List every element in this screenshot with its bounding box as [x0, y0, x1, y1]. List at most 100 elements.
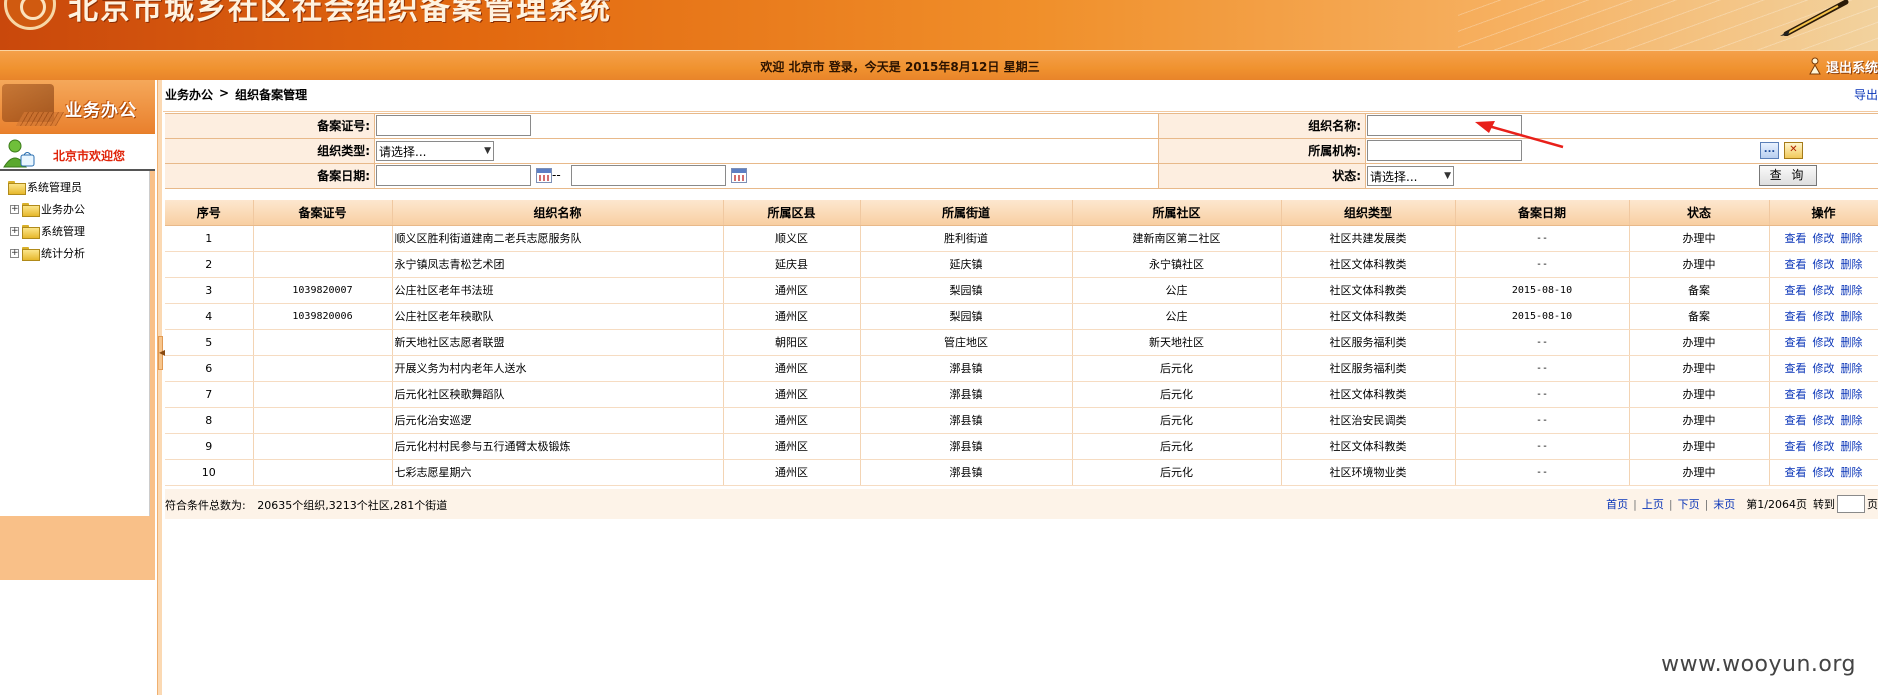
delete-link[interactable]: 删除 [1841, 362, 1863, 375]
tree-root-admin[interactable]: 系统管理员 [8, 179, 82, 195]
tree-item-stats[interactable]: + 统计分析 [10, 245, 85, 261]
cell-status: 办理中 [1629, 225, 1770, 252]
view-link[interactable]: 查看 [1785, 258, 1807, 271]
left-sidebar: 业务办公 北京市欢迎您 系统管理员 + 业务办公 + 系统管理 + 统计分析 [0, 80, 155, 580]
table-row: 9 后元化村村民参与五行通臂太极锻炼 通州区 漷县镇 后元化 社区文体科教类 -- 办理中 查看… [165, 433, 1878, 460]
status-select[interactable]: 请选择... ▼ [1367, 166, 1454, 186]
edit-link[interactable]: 修改 [1813, 388, 1835, 401]
cell-status: 备案 [1629, 303, 1770, 330]
tree-item-label: 业务办公 [41, 203, 85, 216]
cell-community: 新天地社区 [1072, 329, 1282, 356]
org-name-input[interactable] [1367, 115, 1522, 136]
delete-link[interactable]: 删除 [1841, 310, 1863, 323]
cell-community: 后元化 [1072, 381, 1282, 408]
chevron-down-icon: ▼ [484, 146, 491, 156]
expand-icon[interactable]: + [10, 204, 19, 214]
cell-status: 办理中 [1629, 433, 1770, 460]
cell-record-no [253, 225, 393, 252]
breadcrumb-current: 组织备案管理 [235, 88, 308, 102]
cell-status: 办理中 [1629, 381, 1770, 408]
calendar-icon[interactable] [536, 168, 552, 183]
cell-street: 胜利街道 [860, 225, 1073, 252]
view-link[interactable]: 查看 [1785, 232, 1807, 245]
view-link[interactable]: 查看 [1785, 284, 1807, 297]
view-link[interactable]: 查看 [1785, 310, 1807, 323]
column-header: 状态 [1629, 200, 1770, 226]
breadcrumb-bar: 业务办公 > 组织备案管理 导出 [163, 80, 1878, 112]
cell-status: 办理中 [1629, 329, 1770, 356]
date-from-input[interactable] [376, 165, 531, 186]
export-link[interactable]: 导出 [1854, 86, 1878, 103]
tree-item-system[interactable]: + 系统管理 [10, 223, 85, 239]
edit-link[interactable]: 修改 [1813, 232, 1835, 245]
agency-input[interactable] [1367, 140, 1522, 161]
edit-link[interactable]: 修改 [1813, 414, 1835, 427]
delete-link[interactable]: 删除 [1841, 258, 1863, 271]
date-label: 备案日期: [165, 164, 375, 188]
cell-type: 社区文体科教类 [1281, 433, 1456, 460]
cell-street: 漷县镇 [860, 381, 1073, 408]
cell-community: 后元化 [1072, 459, 1282, 486]
view-link[interactable]: 查看 [1785, 440, 1807, 453]
edit-link[interactable]: 修改 [1813, 440, 1835, 453]
cell-type: 社区文体科教类 [1281, 251, 1456, 278]
status-cell: 请选择... ▼ 查 询 [1366, 164, 1878, 188]
cell-actions: 查看 修改 删除 [1769, 433, 1878, 460]
prev-page-link[interactable]: 上页 [1642, 496, 1664, 512]
cell-no: 6 [165, 355, 254, 382]
folder-icon [22, 203, 40, 217]
expand-icon[interactable]: + [10, 226, 19, 236]
cell-no: 9 [165, 433, 254, 460]
org-name-label: 组织名称: [1159, 114, 1366, 138]
column-header: 组织名称 [392, 200, 724, 226]
delete-link[interactable]: 删除 [1841, 466, 1863, 479]
tree-root-label: 系统管理员 [27, 181, 82, 194]
delete-link[interactable]: 删除 [1841, 388, 1863, 401]
view-link[interactable]: 查看 [1785, 466, 1807, 479]
cell-name: 公庄社区老年秧歌队 [392, 303, 724, 330]
cell-record-no [253, 355, 393, 382]
delete-link[interactable]: 删除 [1841, 232, 1863, 245]
edit-link[interactable]: 修改 [1813, 284, 1835, 297]
clear-agency-button[interactable]: ✕ [1784, 142, 1803, 159]
delete-link[interactable]: 删除 [1841, 284, 1863, 297]
view-link[interactable]: 查看 [1785, 336, 1807, 349]
delete-link[interactable]: 删除 [1841, 440, 1863, 453]
record-no-input[interactable] [376, 115, 531, 136]
edit-link[interactable]: 修改 [1813, 336, 1835, 349]
cell-date: -- [1455, 381, 1630, 408]
first-page-link[interactable]: 首页 [1606, 496, 1628, 512]
query-button[interactable]: 查 询 [1759, 165, 1817, 186]
user-icon [3, 139, 35, 168]
tree-item-business[interactable]: + 业务办公 [10, 201, 85, 217]
summary-value: 20635个组织,3213个社区,281个街道 [257, 499, 448, 512]
cell-type: 社区环境物业类 [1281, 459, 1456, 486]
table-footer: 符合条件总数为: 20635个组织,3213个社区,281个街道 首页 | 上页… [165, 489, 1878, 519]
logout-label: 退出系统 [1825, 60, 1878, 76]
goto-label: 转到 [1813, 498, 1835, 511]
org-type-select[interactable]: 请选择... ▼ [376, 141, 494, 161]
cell-name: 七彩志愿星期六 [392, 459, 724, 486]
next-page-link[interactable]: 下页 [1678, 496, 1700, 512]
delete-link[interactable]: 删除 [1841, 336, 1863, 349]
sidebar-splitter[interactable]: ◀ [157, 80, 165, 695]
view-link[interactable]: 查看 [1785, 388, 1807, 401]
view-link[interactable]: 查看 [1785, 414, 1807, 427]
last-page-link[interactable]: 末页 [1713, 496, 1735, 512]
goto-page-input[interactable] [1837, 495, 1865, 513]
edit-link[interactable]: 修改 [1813, 258, 1835, 271]
cell-name: 新天地社区志愿者联盟 [392, 329, 724, 356]
calendar-icon[interactable] [731, 168, 747, 183]
cell-type: 社区文体科教类 [1281, 303, 1456, 330]
browse-agency-button[interactable]: ... [1760, 142, 1779, 159]
cell-street: 漷县镇 [860, 459, 1073, 486]
date-to-input[interactable] [571, 165, 726, 186]
breadcrumb-separator: > [219, 86, 230, 100]
view-link[interactable]: 查看 [1785, 362, 1807, 375]
edit-link[interactable]: 修改 [1813, 362, 1835, 375]
expand-icon[interactable]: + [10, 248, 19, 258]
delete-link[interactable]: 删除 [1841, 414, 1863, 427]
logout-button[interactable]: 退出系统 [1807, 55, 1878, 77]
edit-link[interactable]: 修改 [1813, 466, 1835, 479]
edit-link[interactable]: 修改 [1813, 310, 1835, 323]
